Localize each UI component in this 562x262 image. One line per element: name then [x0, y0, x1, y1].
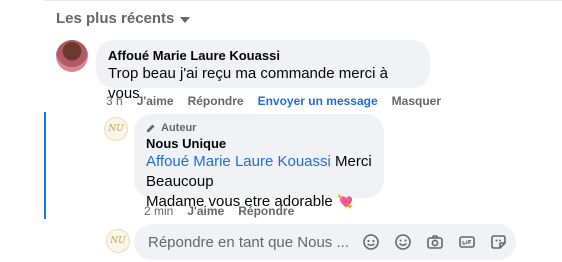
reply-like-button[interactable]: J'aime [187, 204, 224, 218]
author-badge: Auteur [146, 122, 372, 134]
page-avatar[interactable]: NU [104, 117, 128, 141]
reply-bubble: Auteur Nous Unique Affoué Marie Laure Ko… [134, 114, 384, 210]
comment-actions: 3 h J'aime Répondre Envoyer un message M… [106, 94, 441, 108]
sort-label: Les plus récents [56, 10, 175, 27]
reply-input[interactable] [148, 233, 358, 251]
send-message-button[interactable]: Envoyer un message [258, 94, 378, 108]
heart-arrow-emoji: 💘 [336, 194, 354, 209]
comment-bubble: Affoué Marie Laure Kouassi Trop beau j'a… [96, 40, 430, 102]
like-button[interactable]: J'aime [137, 94, 174, 108]
comment-time[interactable]: 3 h [106, 94, 123, 108]
emoji-icon[interactable] [394, 233, 412, 251]
sort-dropdown[interactable]: Les plus récents [56, 10, 191, 27]
composer-avatar: NU [106, 229, 130, 253]
sticker-icon[interactable] [362, 233, 380, 251]
reply-time[interactable]: 2 min [144, 204, 173, 218]
top-divider [44, 0, 562, 1]
reply-button[interactable]: Répondre [188, 94, 244, 108]
reply-actions: 2 min J'aime Répondre [144, 204, 294, 218]
thread-line [44, 112, 46, 219]
composer-icons [362, 233, 508, 251]
page-avatar-logo: NU [108, 124, 124, 134]
caret-down-icon [180, 16, 191, 23]
reply-reply-button[interactable]: Répondre [238, 204, 294, 218]
composer-avatar-logo: NU [110, 236, 126, 246]
reply-text: Affoué Marie Laure Kouassi Merci Beaucou… [146, 152, 372, 192]
hide-button[interactable]: Masquer [392, 94, 441, 108]
gif-icon[interactable] [458, 233, 476, 251]
reply-composer [134, 224, 516, 260]
commenter-avatar[interactable] [56, 40, 88, 72]
comment-author[interactable]: Affoué Marie Laure Kouassi [108, 48, 418, 64]
reply-author[interactable]: Nous Unique [146, 136, 372, 152]
avatar-sticker-icon[interactable] [490, 233, 508, 251]
pencil-icon [147, 124, 155, 132]
mention-link[interactable]: Affoué Marie Laure Kouassi [146, 153, 331, 170]
camera-icon[interactable] [426, 233, 444, 251]
author-badge-label: Auteur [161, 122, 197, 134]
